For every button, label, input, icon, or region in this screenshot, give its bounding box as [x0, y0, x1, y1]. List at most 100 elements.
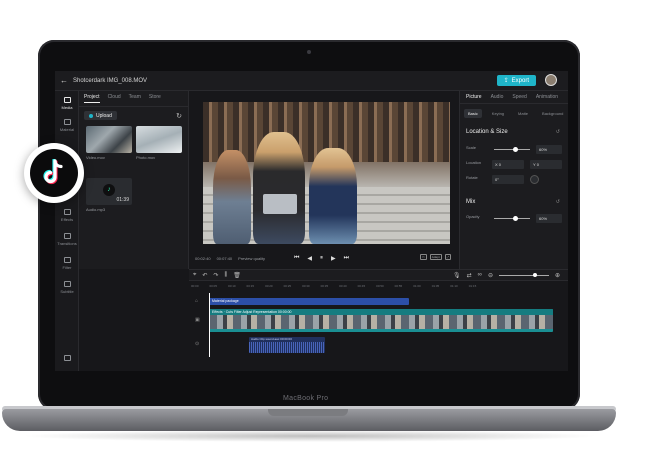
rail-item-subtitle[interactable]: Subtitle [55, 281, 79, 294]
rail-item-transitions[interactable]: Transitions [55, 233, 79, 246]
laptop-prop [263, 194, 297, 214]
step-forward-icon[interactable]: ▶ [331, 255, 336, 262]
tab-store[interactable]: Store [149, 94, 161, 103]
ratio-button[interactable]: Adapt [429, 254, 442, 260]
undo-icon[interactable]: ↶ [202, 272, 207, 279]
tab-animation[interactable]: Animation [536, 94, 558, 100]
upload-button[interactable]: Upload [84, 111, 117, 120]
laptop-opening-notch [268, 409, 348, 416]
rail-item-effects[interactable]: Effects [55, 209, 79, 222]
split-icon[interactable]: ⫼ [224, 272, 227, 279]
location-y-input[interactable]: Y 0 [530, 160, 562, 169]
skip-end-icon[interactable]: ⏭ [344, 255, 349, 262]
device-brand: MacBook Pro [283, 395, 329, 402]
avatar[interactable] [545, 74, 557, 86]
subtab-background[interactable]: Background [538, 109, 567, 118]
tab-project[interactable]: Project [84, 94, 100, 103]
scale-slider[interactable] [494, 147, 530, 152]
timeline-toolbar: ⌖ ↶ ↷ ⫼ 🗑 🎙 ⇄ ∞ ⊖ ⊕ [189, 269, 568, 281]
laptop-shadow [20, 430, 600, 442]
material-clip[interactable]: Material package [209, 298, 409, 305]
step-back-icon[interactable]: ◀ [307, 255, 312, 262]
rail-item-label: Media [61, 105, 73, 110]
mix-heading: Mix [466, 199, 476, 205]
subtab-matte[interactable]: Matte [514, 109, 532, 118]
ruler-tick: 00:00 [191, 284, 199, 288]
rail-item-material[interactable]: Material [55, 119, 79, 132]
scale-slider-knob[interactable] [513, 147, 519, 152]
playhead[interactable] [209, 293, 210, 357]
rail-item-label: Transitions [57, 241, 77, 246]
zoom-out-icon[interactable]: ⊖ [488, 272, 493, 279]
video-clip[interactable]: Effects · Cuts Filter Adjust Representat… [209, 309, 553, 332]
tab-team[interactable]: Team [129, 94, 141, 103]
redo-icon[interactable]: ↷ [213, 272, 218, 279]
property-subtabs: Basic Keying Matte Background [464, 109, 564, 118]
reset-icon[interactable]: ↺ [556, 199, 560, 205]
opacity-label: Opacity [466, 214, 480, 219]
chain-icon[interactable]: ∞ [478, 272, 482, 278]
ruler-tick: 00:10 [228, 284, 236, 288]
opacity-slider-knob[interactable] [513, 216, 519, 221]
microphone-icon[interactable]: 🎙 [453, 272, 461, 279]
location-x-input[interactable]: X 0 [492, 160, 524, 169]
rail-item-filter[interactable]: Filter [55, 257, 79, 270]
playback-bar: 00:02:40 00:07:40 Preview quality ⏮ ◀ ⏸ … [189, 252, 459, 264]
ruler-tick: 00:50 [376, 284, 384, 288]
tab-cloud[interactable]: Cloud [108, 94, 121, 103]
rail-item-label: Subtitle [60, 289, 74, 294]
media-tabs: Project Cloud Team Store [79, 91, 188, 107]
subtitle-icon [63, 281, 71, 287]
media-item-video[interactable] [86, 126, 132, 153]
track-video-icon[interactable]: ▣ [195, 317, 200, 323]
location-row: Location X 0 Y 0 [466, 160, 564, 169]
rail-item-media[interactable]: Media [55, 97, 79, 110]
media-item-audio[interactable]: ♪ 01:39 [86, 178, 132, 205]
media-panel: Project Cloud Team Store Upload ↻ Video.… [79, 91, 189, 269]
fullscreen-icon[interactable]: ⤢ [444, 254, 451, 260]
preview-video-frame[interactable] [203, 102, 450, 244]
person-middle [253, 132, 305, 244]
rotate-input[interactable]: 0° [492, 175, 524, 184]
current-time: 00:02:40 [195, 255, 211, 261]
timeline: 00:00 00:05 00:10 00:15 00:20 00:25 00:30 00:35… [79, 281, 568, 371]
media-item-photo[interactable] [136, 126, 182, 153]
tiktok-logo-icon [30, 149, 78, 197]
settings-button[interactable] [55, 355, 79, 363]
scale-value[interactable]: 60% [536, 145, 562, 154]
pause-icon[interactable]: ⏸ [320, 255, 323, 262]
refresh-icon[interactable]: ↻ [176, 112, 182, 120]
tab-audio[interactable]: Audio [491, 94, 504, 100]
webcam [307, 50, 311, 54]
delete-icon[interactable]: 🗑 [233, 272, 241, 279]
zoom-in-icon[interactable]: ⊕ [555, 272, 560, 279]
reset-icon[interactable]: ↺ [556, 129, 560, 135]
keyboard-icon [63, 355, 71, 361]
track-lock-icon[interactable]: ⌂ [195, 298, 198, 304]
select-tool-icon[interactable]: ⌖ [193, 272, 196, 279]
zoom-slider[interactable] [498, 272, 549, 277]
export-button[interactable]: ⇪ Export [496, 75, 536, 86]
material-icon [63, 119, 71, 125]
opacity-slider[interactable] [494, 216, 530, 221]
zoom-slider-knob[interactable] [532, 272, 537, 277]
skip-start-icon[interactable]: ⏮ [294, 255, 299, 262]
tab-speed[interactable]: Speed [512, 94, 526, 100]
snapshot-icon[interactable]: ▭ [419, 254, 427, 260]
subtab-basic[interactable]: Basic [464, 109, 482, 118]
opacity-value[interactable]: 60% [536, 214, 562, 223]
track-audio-icon[interactable]: ⊙ [195, 341, 199, 347]
link-icon[interactable]: ⇄ [467, 272, 472, 279]
audio-clip[interactable]: Audio Clip sound.aac 00:00:00 [249, 337, 325, 353]
location-label: Location [466, 160, 482, 165]
preview-quality-select[interactable]: Preview quality [238, 256, 265, 261]
timeline-ruler: 00:00 00:05 00:10 00:15 00:20 00:25 00:30 00:35… [191, 284, 561, 290]
back-arrow-icon[interactable]: ← [55, 76, 73, 85]
ruler-tick: 00:40 [339, 284, 347, 288]
tab-picture[interactable]: Picture [466, 94, 482, 100]
preview-panel: 00:02:40 00:07:40 Preview quality ⏮ ◀ ⏸ … [189, 91, 459, 269]
rotate-dial-icon[interactable] [530, 175, 539, 184]
ruler-tick: 01:00 [413, 284, 421, 288]
subtab-keying[interactable]: Keying [488, 109, 508, 118]
ruler-tick: 01:10 [450, 284, 458, 288]
